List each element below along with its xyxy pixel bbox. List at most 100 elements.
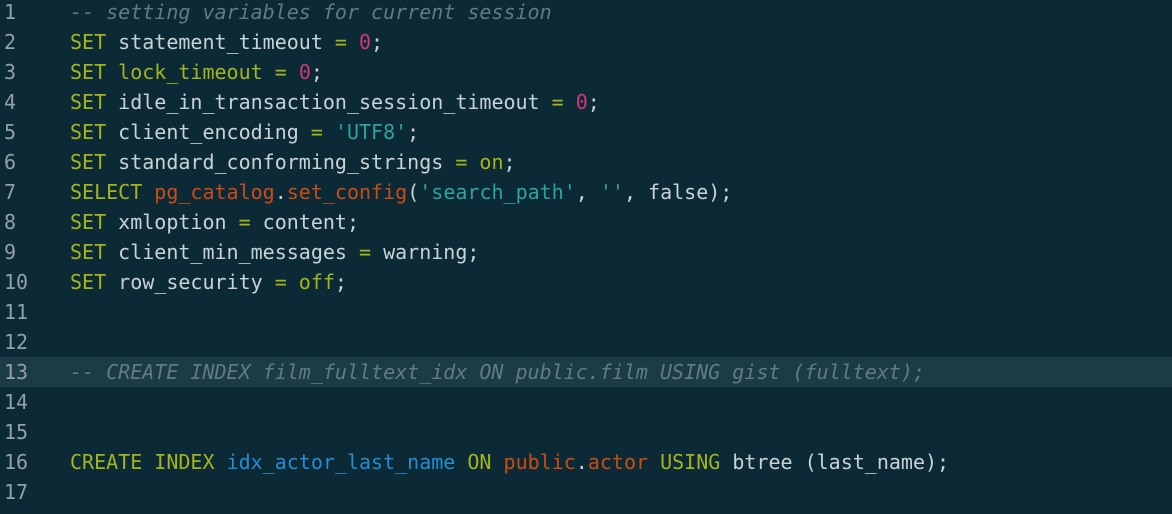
- code-line-15[interactable]: 15: [0, 417, 1172, 447]
- line-number: 7: [4, 180, 17, 204]
- code-line-2[interactable]: 2 SET statement_timeout = 0;: [0, 27, 1172, 57]
- code-text: SET client_encoding = 'UTF8';: [70, 117, 419, 147]
- code-token: 0: [359, 30, 372, 54]
- code-token: -- CREATE INDEX film_fulltext_idx ON pub…: [70, 360, 925, 384]
- code-line-4[interactable]: 4 SET idle_in_transaction_session_timeout…: [0, 87, 1172, 117]
- code-line-8[interactable]: 8 SET xmloption = content;: [0, 207, 1172, 237]
- code-token: standard_conforming_strings: [106, 150, 456, 174]
- code-line-14[interactable]: 14: [0, 387, 1172, 417]
- code-token: 'search_path': [419, 180, 576, 204]
- line-number: 9: [4, 240, 17, 264]
- line-number: 2: [4, 30, 17, 54]
- line-number: 6: [4, 150, 17, 174]
- code-token: ;: [310, 60, 323, 84]
- code-token: on: [479, 150, 504, 174]
- code-token: SET: [70, 270, 107, 294]
- code-text: CREATE INDEX idx_actor_last_name ON publ…: [70, 447, 949, 477]
- code-token: CREATE: [70, 450, 143, 474]
- line-number: 4: [4, 90, 17, 114]
- code-token: idle_in_transaction_session_timeout: [106, 90, 552, 114]
- code-token: =: [274, 270, 287, 294]
- code-token: '': [599, 180, 624, 204]
- code-token: =: [238, 210, 251, 234]
- line-number: 11: [4, 300, 29, 324]
- code-token: 'UTF8': [334, 120, 408, 144]
- code-text: SET standard_conforming_strings = on;: [70, 147, 516, 177]
- code-line-17[interactable]: 17: [0, 477, 1172, 507]
- code-text: SET row_security = off;: [70, 267, 347, 297]
- line-number: 15: [4, 420, 29, 444]
- code-token: SET: [70, 90, 107, 114]
- line-number: 1: [4, 0, 17, 24]
- code-token: 0: [575, 90, 588, 114]
- code-token: ;: [371, 30, 384, 54]
- code-line-7[interactable]: 7 SELECT pg_catalog.set_config('search_pa…: [0, 177, 1172, 207]
- code-token: lock_timeout: [118, 60, 263, 84]
- code-text: SET idle_in_transaction_session_timeout …: [70, 87, 600, 117]
- code-text: -- CREATE INDEX film_fulltext_idx ON pub…: [70, 357, 925, 387]
- code-token: off: [298, 270, 335, 294]
- code-token: SET: [70, 30, 107, 54]
- code-token: SELECT: [70, 180, 143, 204]
- code-line-3[interactable]: 3 SET lock_timeout = 0;: [0, 57, 1172, 87]
- code-token: pg_catalog: [154, 180, 275, 204]
- code-token: statement_timeout: [106, 30, 335, 54]
- code-line-13[interactable]: 13 -- CREATE INDEX film_fulltext_idx ON p…: [0, 357, 1172, 387]
- line-number: 10: [4, 270, 29, 294]
- code-token: ON: [467, 450, 492, 474]
- code-token: =: [455, 150, 468, 174]
- code-token: SET: [70, 150, 107, 174]
- code-token: SET: [70, 240, 107, 264]
- code-token: USING: [660, 450, 721, 474]
- code-token: =: [551, 90, 564, 114]
- code-line-10[interactable]: 10 SET row_security = off;: [0, 267, 1172, 297]
- code-token: .: [575, 450, 588, 474]
- code-token: .: [274, 180, 287, 204]
- code-token: =: [334, 30, 347, 54]
- line-number: 8: [4, 210, 17, 234]
- code-token: -- setting variables for current session: [70, 0, 552, 24]
- code-text: SET lock_timeout = 0;: [70, 57, 323, 87]
- code-editor[interactable]: 1 -- setting variables for current sessio…: [0, 0, 1172, 514]
- code-line-6[interactable]: 6 SET standard_conforming_strings = on;: [0, 147, 1172, 177]
- code-token: =: [274, 60, 287, 84]
- code-token: row_security: [106, 270, 275, 294]
- code-token: ;: [334, 270, 347, 294]
- code-token: client_encoding: [106, 120, 311, 144]
- code-line-1[interactable]: 1 -- setting variables for current sessio…: [0, 0, 1172, 27]
- code-text: SET client_min_messages = warning;: [70, 237, 479, 267]
- code-line-16[interactable]: 16 CREATE INDEX idx_actor_last_name ON pu…: [0, 447, 1172, 477]
- code-token: content;: [250, 210, 359, 234]
- code-text: SELECT pg_catalog.set_config('search_pat…: [70, 177, 732, 207]
- code-text: -- setting variables for current session: [70, 0, 552, 27]
- code-line-5[interactable]: 5 SET client_encoding = 'UTF8';: [0, 117, 1172, 147]
- code-token: ;: [587, 90, 600, 114]
- code-token: 0: [298, 60, 311, 84]
- line-number: 12: [4, 330, 29, 354]
- line-number: 5: [4, 120, 17, 144]
- line-number: 13: [4, 360, 29, 384]
- code-token: (: [407, 180, 420, 204]
- code-token: btree (last_name);: [720, 450, 950, 474]
- code-line-11[interactable]: 11: [0, 297, 1172, 327]
- code-line-12[interactable]: 12: [0, 327, 1172, 357]
- code-token: INDEX: [154, 450, 215, 474]
- code-token: SET: [70, 60, 107, 84]
- code-token: set_config: [286, 180, 408, 204]
- line-number: 14: [4, 390, 29, 414]
- code-line-9[interactable]: 9 SET client_min_messages = warning;: [0, 237, 1172, 267]
- code-token: client_min_messages: [106, 240, 359, 264]
